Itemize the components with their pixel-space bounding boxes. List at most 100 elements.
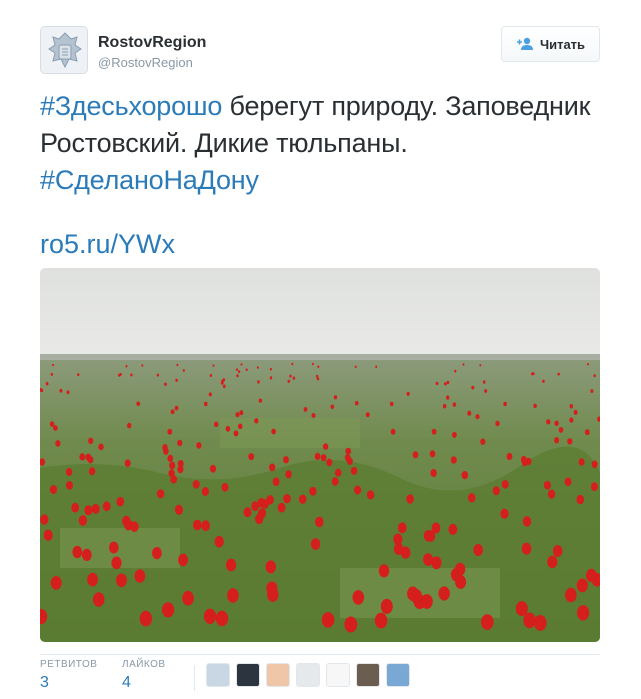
tulip-flower bbox=[473, 544, 484, 556]
tulip-flower bbox=[354, 365, 357, 369]
tulip-flower bbox=[256, 366, 259, 369]
tulip-flower bbox=[111, 556, 122, 570]
tulip-flower bbox=[543, 480, 551, 490]
tulip-flower bbox=[245, 368, 248, 371]
tulip-flower bbox=[380, 598, 393, 614]
tulip-flower bbox=[192, 480, 200, 489]
tulip-flower bbox=[423, 553, 434, 566]
tulip-flower bbox=[365, 412, 370, 418]
tulip-flower bbox=[170, 475, 178, 484]
tulip-flower bbox=[375, 365, 378, 369]
tulip-flower bbox=[220, 381, 224, 385]
tulip-flower bbox=[547, 489, 556, 499]
hashtag-sdelanonadonu[interactable]: #СделаноНаДону bbox=[40, 165, 259, 195]
tulip-flower bbox=[221, 482, 229, 492]
tweet-link[interactable]: ro5.ru/YWx bbox=[40, 226, 175, 263]
tulip-flower bbox=[590, 389, 594, 393]
tweet-photo[interactable] bbox=[40, 268, 600, 642]
retweets-stat[interactable]: РЕТВИТОВ 3 bbox=[40, 659, 97, 692]
tulip-flower bbox=[91, 503, 100, 514]
tulip-flower bbox=[421, 594, 433, 609]
tulip-flower bbox=[201, 487, 209, 496]
tulip-flower bbox=[461, 471, 469, 480]
tulip-flower bbox=[533, 403, 537, 409]
user-handle[interactable]: @RostovRegion bbox=[98, 55, 193, 70]
tulip-flower bbox=[141, 364, 144, 367]
tulip-flower bbox=[271, 428, 276, 435]
liker-avatar-emblem[interactable] bbox=[326, 663, 350, 687]
likes-stat[interactable]: ЛАЙКОВ 4 bbox=[122, 659, 166, 692]
tulip-flower bbox=[492, 486, 500, 496]
tulip-flower bbox=[269, 367, 272, 371]
tulip-flower bbox=[557, 372, 560, 376]
tulip-flower bbox=[215, 610, 229, 627]
tulip-flower bbox=[378, 564, 390, 578]
tulip-flower bbox=[480, 438, 486, 445]
liker-avatar-person[interactable] bbox=[266, 663, 290, 687]
likes-count: 4 bbox=[122, 674, 131, 691]
tulip-flower bbox=[222, 384, 226, 389]
tulip-flower bbox=[254, 418, 259, 424]
tulip-flower bbox=[169, 461, 176, 470]
tulip-flower bbox=[569, 404, 574, 409]
tulip-flower bbox=[209, 374, 213, 377]
tulip-flower bbox=[564, 477, 572, 486]
tulip-flower bbox=[201, 520, 210, 532]
tulip-flower bbox=[523, 612, 536, 629]
tulip-field-image bbox=[40, 268, 600, 642]
tulip-flower bbox=[174, 405, 179, 411]
tulip-flower bbox=[40, 388, 44, 393]
tulip-flower bbox=[265, 560, 276, 574]
tulip-flower bbox=[479, 364, 482, 367]
tulip-flower bbox=[309, 486, 317, 496]
tulip-flower bbox=[522, 516, 532, 527]
tulip-flower bbox=[532, 372, 535, 376]
tulip-flower bbox=[430, 469, 437, 477]
tulip-flower bbox=[374, 612, 388, 629]
follow-button[interactable]: Читать bbox=[501, 26, 600, 62]
tulip-flower bbox=[235, 412, 240, 418]
tulip-flower bbox=[55, 440, 61, 447]
tulip-flower bbox=[52, 363, 55, 367]
tulip-flower bbox=[578, 458, 585, 466]
tulip-flower bbox=[565, 587, 577, 603]
tulip-flower bbox=[182, 590, 194, 606]
tulip-flower bbox=[214, 535, 224, 548]
tulip-flower bbox=[87, 572, 98, 587]
tulip-flower bbox=[196, 442, 202, 449]
tulip-flower bbox=[178, 553, 189, 567]
tulip-flower bbox=[431, 428, 437, 435]
tulip-flower bbox=[554, 420, 559, 426]
tulip-flower bbox=[98, 443, 104, 451]
tulip-flower bbox=[119, 372, 122, 376]
tulip-flower bbox=[174, 504, 183, 515]
retweets-label: РЕТВИТОВ bbox=[40, 659, 98, 670]
hashtag-zdeskhorosho[interactable]: #Здесьхорошо bbox=[40, 91, 222, 121]
tweet-stats: РЕТВИТОВ 3 ЛАЙКОВ 4 bbox=[40, 654, 600, 699]
tulip-flower bbox=[287, 379, 291, 383]
tulip-flower bbox=[222, 378, 226, 382]
tulip-flower bbox=[40, 514, 49, 525]
tulip-flower bbox=[423, 530, 433, 542]
liker-avatar-banner[interactable] bbox=[386, 663, 410, 687]
tulip-flower bbox=[66, 390, 70, 395]
tulip-flower bbox=[314, 452, 321, 460]
tulip-flower bbox=[503, 401, 507, 407]
liker-avatar-egg[interactable] bbox=[296, 663, 320, 687]
liker-avatar-logo[interactable] bbox=[236, 663, 260, 687]
tweet-text: #Здесьхорошо берегут природу. Заповедник… bbox=[40, 88, 600, 199]
tulip-flower bbox=[481, 614, 494, 630]
liker-avatar-pravo[interactable] bbox=[206, 663, 230, 687]
tulip-flower bbox=[283, 494, 291, 504]
tulip-flower bbox=[85, 453, 92, 461]
tulip-flower bbox=[521, 458, 528, 467]
tulip-flower bbox=[444, 382, 447, 386]
tulip-flower bbox=[130, 521, 139, 532]
tulip-flower bbox=[162, 602, 175, 618]
user-name[interactable]: RostovRegion bbox=[98, 34, 206, 52]
liker-avatar-building[interactable] bbox=[356, 663, 380, 687]
tulip-flower bbox=[204, 401, 208, 407]
tulip-flower bbox=[233, 430, 239, 437]
avatar[interactable] bbox=[40, 26, 88, 74]
tulip-flower bbox=[322, 443, 329, 450]
